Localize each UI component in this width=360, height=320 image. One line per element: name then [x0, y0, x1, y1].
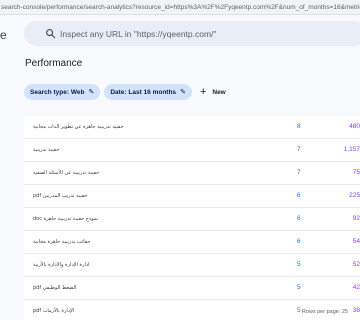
- table-row[interactable]: حقائب تدريبية جاهزة مجانية 6 54: [24, 231, 360, 254]
- impressions-cell: 54: [352, 238, 360, 245]
- table-footer: Rows per page: 25: [12, 305, 348, 320]
- sidebar-partial-label: e: [0, 28, 7, 42]
- rows-per-page-selector[interactable]: Rows per page: 25: [302, 309, 348, 315]
- new-filter-button[interactable]: + New: [200, 86, 226, 98]
- url-inspection-search[interactable]: [24, 21, 360, 46]
- search-input[interactable]: [60, 21, 350, 46]
- date-range-chip[interactable]: Date: Last 16 months ✎: [104, 84, 192, 100]
- query-cell: الضغط الوظيفي pdf: [33, 285, 77, 291]
- query-cell: حقائب تدريبية جاهزة مجانية: [33, 239, 91, 245]
- table-row[interactable]: ادارة الإدارة والادارة بالأزمة 5 52: [24, 254, 360, 277]
- clicks-cell: 6: [297, 215, 301, 222]
- impressions-cell: 225: [349, 192, 360, 199]
- queries-table: حقيبة تدريبية جاهزة عن تطوير الذات مجاني…: [24, 116, 360, 320]
- edit-icon: ✎: [180, 89, 186, 96]
- table-row[interactable]: نموذج حقيبة تدريبية جاهزة doc 6 92: [24, 208, 360, 231]
- table-row[interactable]: حقيبة تدريبية عن الأسئلة الصفية 7 75: [24, 162, 360, 185]
- query-cell: حقيبة تدريبية جاهزة عن تطوير الذات مجاني…: [33, 124, 124, 130]
- impressions-cell: 92: [352, 215, 360, 222]
- chip-label: Search type: Web: [30, 88, 85, 96]
- main-content: Performance Search type: Web ✎ Date: Las…: [12, 15, 360, 320]
- table-row[interactable]: حقيبة تدريبية 7 1,157: [24, 139, 360, 162]
- query-cell: حقيبة تدريبية: [33, 147, 60, 153]
- chip-label: Date: Last 16 months: [110, 88, 177, 96]
- clicks-cell: 6: [297, 238, 301, 245]
- search-icon: [46, 29, 56, 39]
- query-cell: ادارة الإدارة والادارة بالأزمة: [33, 262, 90, 268]
- clicks-cell: 7: [297, 169, 301, 176]
- query-cell: حقيبة تدريب المدربين pdf: [33, 193, 88, 199]
- table-row[interactable]: حقيبة تدريب المدربين pdf 6 225: [24, 185, 360, 208]
- table-row[interactable]: حقيبة تدريبية جاهزة عن تطوير الذات مجاني…: [24, 116, 360, 139]
- search-type-chip[interactable]: Search type: Web ✎: [24, 84, 101, 100]
- clicks-cell: 6: [297, 192, 301, 199]
- filter-bar: Search type: Web ✎ Date: Last 16 months …: [24, 84, 226, 100]
- query-cell: نموذج حقيبة تدريبية جاهزة doc: [33, 216, 99, 222]
- impressions-cell: 42: [352, 284, 360, 291]
- clicks-cell: 5: [297, 261, 301, 268]
- plus-icon: +: [199, 86, 207, 98]
- url-text: search-console/performance/search-analyt…: [1, 4, 360, 11]
- query-cell: حقيبة تدريبية عن الأسئلة الصفية: [33, 170, 100, 176]
- edit-icon: ✎: [88, 89, 95, 96]
- impressions-cell: 52: [352, 261, 360, 268]
- impressions-cell: 75: [352, 169, 360, 176]
- clicks-cell: 7: [297, 146, 301, 153]
- table-row[interactable]: الضغط الوظيفي pdf 5 42: [24, 277, 360, 300]
- page-title: Performance: [25, 58, 83, 69]
- impressions-cell: 38: [352, 307, 360, 314]
- new-button-label: New: [212, 88, 226, 96]
- clicks-cell: 8: [297, 123, 301, 130]
- impressions-cell: 480: [349, 123, 360, 130]
- browser-url-bar[interactable]: search-console/performance/search-analyt…: [0, 0, 360, 15]
- impressions-cell: 1,157: [343, 146, 360, 153]
- clicks-cell: 5: [297, 284, 301, 291]
- sidebar: e: [0, 15, 12, 320]
